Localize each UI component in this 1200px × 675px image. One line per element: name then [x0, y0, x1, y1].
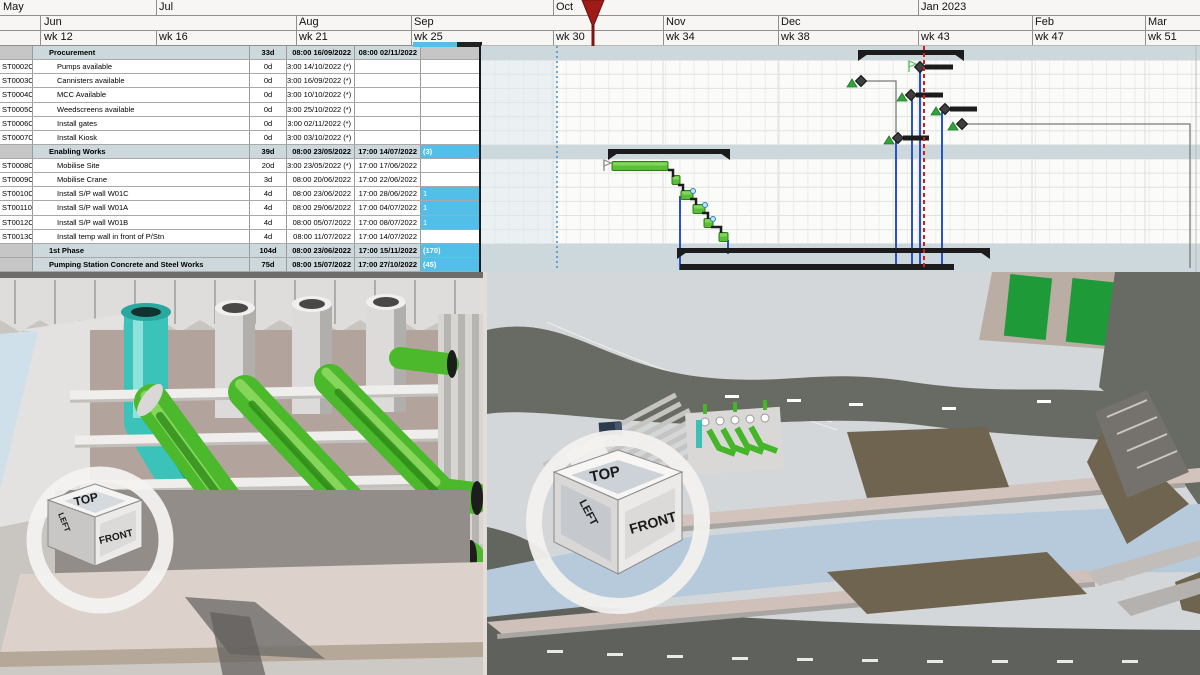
gantt-chart[interactable] [0, 0, 1200, 272]
summary-bar[interactable] [677, 248, 990, 253]
task-bar-highlight [720, 234, 727, 237]
bar-fragment [457, 42, 480, 47]
bar-fragment [680, 264, 954, 270]
summary-bar[interactable] [858, 50, 964, 55]
summary-row-band [481, 145, 1200, 159]
date-pin-icon[interactable] [582, 0, 604, 27]
summary-row-band [481, 46, 1200, 60]
constraint-dot [691, 189, 696, 194]
milestone-span-bar[interactable] [950, 107, 977, 112]
constraint-dot [703, 203, 708, 208]
bar-fragment [413, 42, 457, 47]
task-bar-highlight [613, 163, 667, 166]
milestone-span-bar[interactable] [925, 65, 953, 70]
constraint-dot [711, 217, 716, 222]
planning-app-window: MayJulOctJan 2023 JunAugSepNovDecFebMar … [0, 0, 1200, 675]
milestone-span-bar[interactable] [916, 93, 943, 98]
summary-bar[interactable] [608, 149, 730, 154]
viewport-3d-detail[interactable]: TOP FRONT LEFT [0, 272, 483, 675]
viewport-3d-aerial[interactable]: TOP FRONT LEFT [487, 272, 1200, 675]
milestone-span-bar[interactable] [903, 136, 929, 141]
